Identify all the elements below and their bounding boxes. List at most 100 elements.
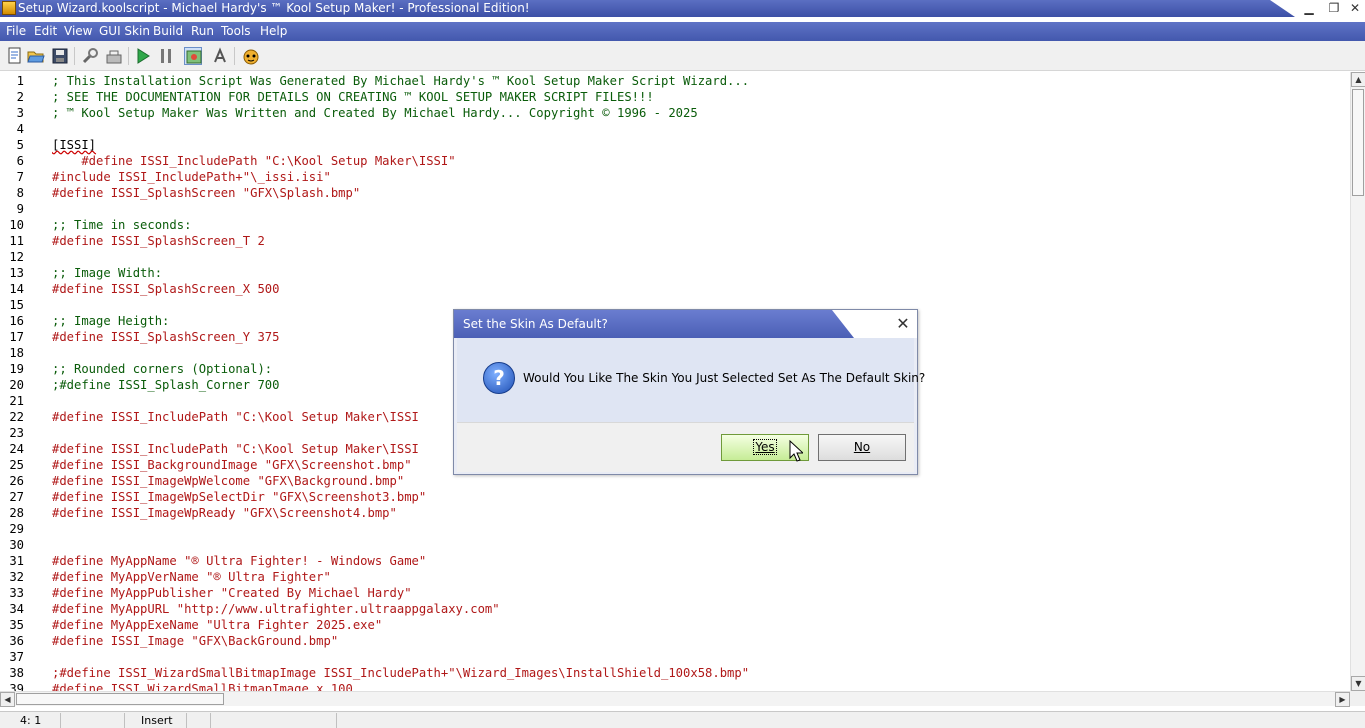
code-text: ;#define ISSI_Splash_Corner 700: [52, 378, 280, 392]
code-line[interactable]: 28 #define ISSI_ImageWpReady "GFX\Screens…: [0, 505, 1350, 521]
code-line[interactable]: 36 #define ISSI_Image "GFX\BackGround.bmp…: [0, 633, 1350, 649]
code-line[interactable]: 31 #define MyAppName "® Ultra Fighter! - …: [0, 553, 1350, 569]
code-line[interactable]: 10 ;; Time in seconds:: [0, 217, 1350, 233]
vertical-scroll-thumb[interactable]: [1352, 89, 1364, 196]
line-number: 18: [9, 346, 24, 360]
status-divider: [186, 713, 187, 728]
code-line[interactable]: 3 ; ™ Kool Setup Maker Was Written and Cr…: [0, 105, 1350, 121]
code-line[interactable]: 5 [ISSI]: [0, 137, 1350, 153]
restore-button[interactable]: ❐: [1324, 0, 1344, 17]
code-line[interactable]: 9: [0, 201, 1350, 217]
menu-run[interactable]: Run: [191, 24, 214, 38]
test-icon[interactable]: [211, 47, 229, 65]
skin-icon[interactable]: [184, 47, 202, 65]
menu-gui-skin[interactable]: GUI Skin: [99, 24, 150, 38]
code-line[interactable]: 13 ;; Image Width:: [0, 265, 1350, 281]
code-line[interactable]: 26 #define ISSI_ImageWpWelcome "GFX\Backg…: [0, 473, 1350, 489]
menu-tools[interactable]: Tools: [221, 24, 251, 38]
code-text: ;; Image Width:: [52, 266, 163, 280]
menu-build[interactable]: Build: [153, 24, 183, 38]
scroll-right-icon[interactable]: ▶: [1335, 692, 1350, 707]
line-number: 35: [9, 618, 24, 632]
code-line[interactable]: 8 #define ISSI_SplashScreen "GFX\Splash.b…: [0, 185, 1350, 201]
line-number: 17: [9, 330, 24, 344]
line-number: 24: [9, 442, 24, 456]
dialog-close-icon[interactable]: ✕: [894, 315, 912, 333]
menu-view[interactable]: View: [64, 24, 92, 38]
line-number: 21: [9, 394, 24, 408]
code-line[interactable]: 12: [0, 249, 1350, 265]
code-line[interactable]: 6 #define ISSI_IncludePath "C:\Kool Setu…: [0, 153, 1350, 169]
dialog-footer: Yes No: [457, 422, 914, 472]
wrench-icon[interactable]: [81, 47, 99, 65]
code-text: ;; Rounded corners (Optional):: [52, 362, 273, 376]
code-line[interactable]: 30: [0, 537, 1350, 553]
line-number: 9: [16, 202, 24, 216]
code-line[interactable]: 14 #define ISSI_SplashScreen_X 500: [0, 281, 1350, 297]
close-button[interactable]: ✕: [1345, 0, 1365, 17]
open-icon[interactable]: [27, 47, 45, 65]
line-number: 38: [9, 666, 24, 680]
question-icon: ?: [483, 362, 515, 394]
save-icon[interactable]: [51, 47, 69, 65]
code-text: #define MyAppExeName "Ultra Fighter 2025…: [52, 618, 383, 632]
code-text: #define MyAppPublisher "Created By Micha…: [52, 586, 412, 600]
code-line[interactable]: 1 ; This Installation Script Was Generate…: [0, 73, 1350, 89]
code-text: ;#define ISSI_WizardSmallBitmapImage ISS…: [52, 666, 750, 680]
code-line[interactable]: 27 #define ISSI_ImageWpSelectDir "GFX\Scr…: [0, 489, 1350, 505]
menu-help[interactable]: Help: [260, 24, 287, 38]
code-text: #define ISSI_IncludePath "C:\Kool Setup …: [52, 442, 419, 456]
menu-edit[interactable]: Edit: [34, 24, 57, 38]
line-number: 27: [9, 490, 24, 504]
pause-icon[interactable]: [157, 47, 175, 65]
line-number: 39: [9, 682, 24, 691]
status-bar: 4: 1 Insert: [0, 711, 1365, 728]
code-line[interactable]: 33 #define MyAppPublisher "Created By Mic…: [0, 585, 1350, 601]
new-script-icon[interactable]: [6, 47, 24, 65]
code-line[interactable]: 11 #define ISSI_SplashScreen_T 2: [0, 233, 1350, 249]
menu-file[interactable]: File: [6, 24, 26, 38]
code-line[interactable]: 2 ; SEE THE DOCUMENTATION FOR DETAILS ON …: [0, 89, 1350, 105]
code-line[interactable]: 39 #define ISSI_WizardSmallBitmapImage x …: [0, 681, 1350, 691]
line-number: 11: [9, 234, 24, 248]
line-number: 5: [16, 138, 24, 152]
code-text: #define ISSI_IncludePath "C:\Kool Setup …: [52, 410, 419, 424]
code-text: #define ISSI_Image "GFX\BackGround.bmp": [52, 634, 339, 648]
horizontal-scroll-thumb[interactable]: [16, 693, 224, 705]
line-number: 25: [9, 458, 24, 472]
code-line[interactable]: 35 #define MyAppExeName "Ultra Fighter 20…: [0, 617, 1350, 633]
code-line[interactable]: 29: [0, 521, 1350, 537]
code-text: #define ISSI_IncludePath "C:\Kool Setup …: [52, 154, 456, 168]
title-bar: Setup Wizard.koolscript - Michael Hardy'…: [0, 0, 1365, 17]
line-number: 26: [9, 474, 24, 488]
line-number: 3: [16, 106, 24, 120]
code-line[interactable]: 7 #include ISSI_IncludePath+"\_issi.isi": [0, 169, 1350, 185]
run-icon[interactable]: [134, 47, 152, 65]
line-number: 4: [16, 122, 24, 136]
line-number: 13: [9, 266, 24, 280]
scroll-left-icon[interactable]: ◀: [0, 692, 15, 707]
no-button[interactable]: No: [818, 434, 906, 461]
scroll-up-icon[interactable]: ▲: [1351, 72, 1365, 87]
mascot-icon[interactable]: [242, 47, 260, 65]
build-icon[interactable]: [105, 47, 123, 65]
scroll-down-icon[interactable]: ▼: [1351, 676, 1365, 691]
code-text: #define ISSI_SplashScreen_T 2: [52, 234, 265, 248]
code-text: ;; Image Heigth:: [52, 314, 170, 328]
code-text: ; SEE THE DOCUMENTATION FOR DETAILS ON C…: [52, 90, 654, 104]
code-line[interactable]: 37: [0, 649, 1350, 665]
line-number: 31: [9, 554, 24, 568]
code-text: #define ISSI_SplashScreen_X 500: [52, 282, 280, 296]
vertical-scrollbar[interactable]: ▲ ▼: [1350, 72, 1365, 691]
code-text: #define MyAppName "® Ultra Fighter! - Wi…: [52, 554, 427, 568]
code-line[interactable]: 4: [0, 121, 1350, 137]
line-number: 6: [16, 154, 24, 168]
horizontal-scrollbar[interactable]: ◀ ▶: [0, 691, 1350, 707]
code-text: #define ISSI_WizardSmallBitmapImage x 10…: [52, 682, 353, 691]
minimize-button[interactable]: ▁: [1299, 0, 1319, 17]
code-line[interactable]: 38 ;#define ISSI_WizardSmallBitmapImage I…: [0, 665, 1350, 681]
toolbar-separator: [74, 47, 75, 65]
dialog-body: ? Would You Like The Skin You Just Selec…: [457, 338, 925, 422]
code-line[interactable]: 34 #define MyAppURL "http://www.ultrafigh…: [0, 601, 1350, 617]
code-line[interactable]: 32 #define MyAppVerName "® Ultra Fighter": [0, 569, 1350, 585]
